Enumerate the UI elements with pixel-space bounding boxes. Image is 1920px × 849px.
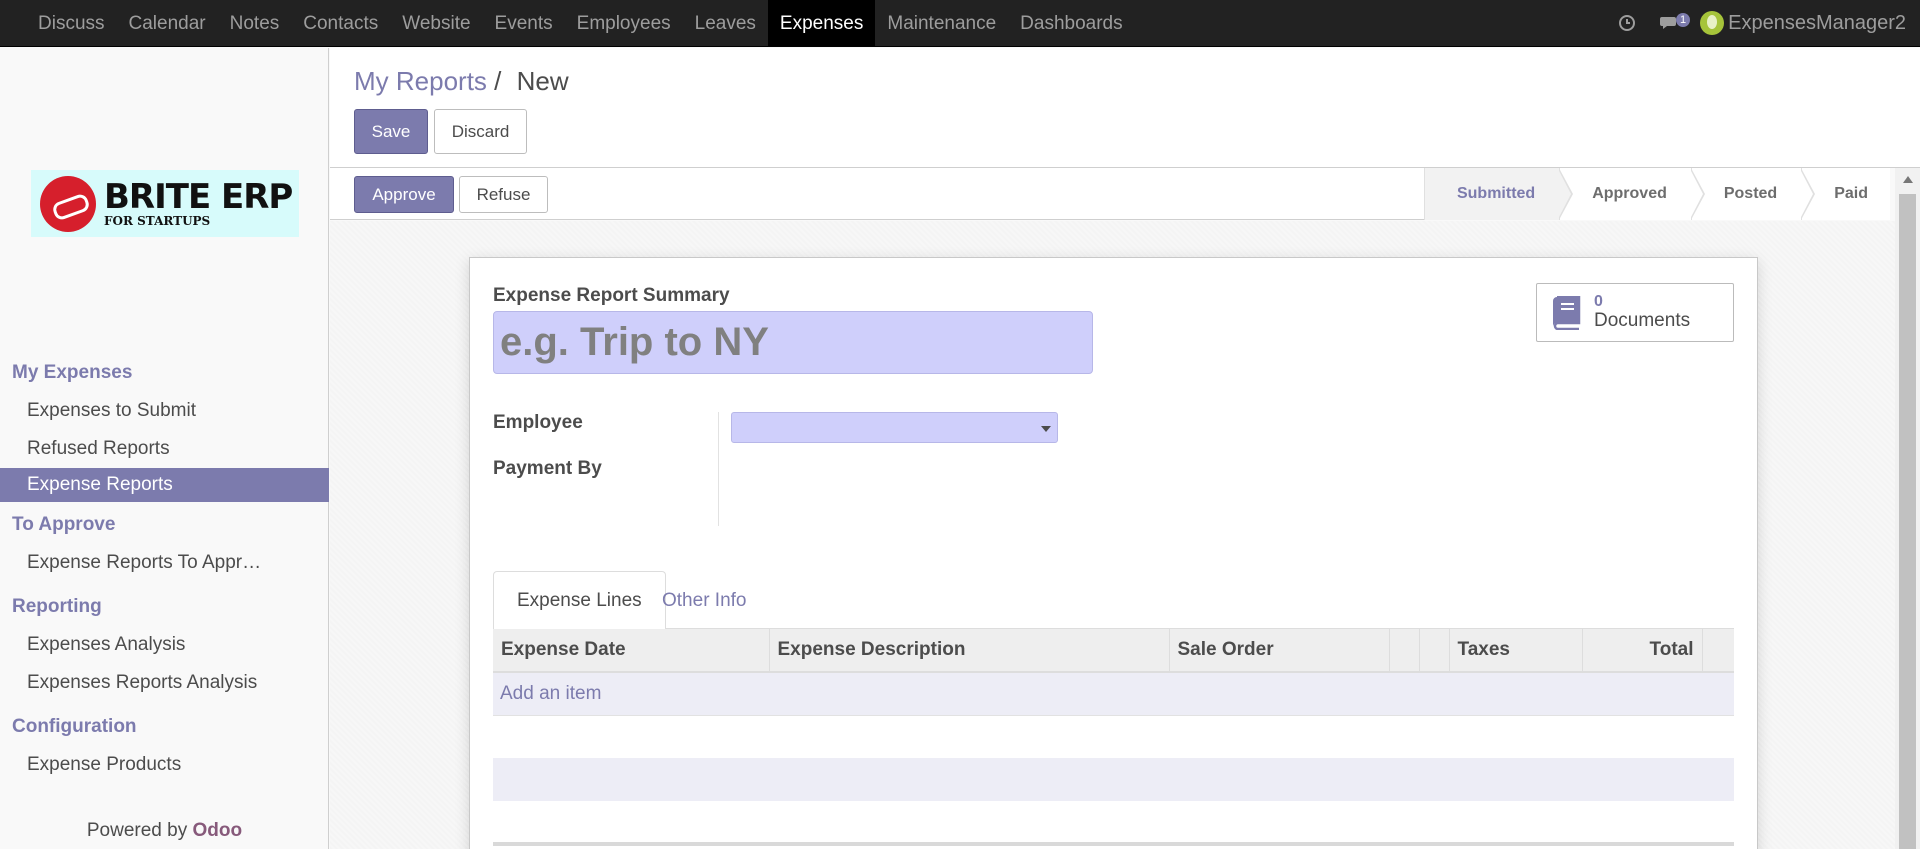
sidebar-item-expenses-to-submit[interactable]: Expenses to Submit xyxy=(0,392,329,430)
stage-approved[interactable]: Approved xyxy=(1559,168,1705,220)
company-logo[interactable]: BRITE ERP FOR STARTUPS xyxy=(31,170,299,237)
book-icon xyxy=(1553,295,1581,330)
table-header: Expense Date Expense Description Sale Or… xyxy=(493,629,1734,673)
app-events[interactable]: Events xyxy=(483,0,565,47)
table-row xyxy=(493,715,1734,758)
stage-approved-label: Approved xyxy=(1592,185,1667,202)
avatar xyxy=(1700,11,1725,35)
sidebar-item-expense-reports[interactable]: Expense Reports xyxy=(0,468,329,502)
app-employees[interactable]: Employees xyxy=(565,0,683,47)
col-expense-description[interactable]: Expense Description xyxy=(769,629,1170,673)
sidebar-item-refused-reports[interactable]: Refused Reports xyxy=(0,430,329,468)
systray: 1 ExpensesManager2 xyxy=(1606,0,1920,46)
scrollbar-thumb[interactable] xyxy=(1899,194,1916,849)
status-header: Approve Refuse Submitted Approved Posted… xyxy=(330,168,1890,220)
table-footer xyxy=(493,842,1734,846)
save-button[interactable]: Save xyxy=(354,109,428,154)
discard-button[interactable]: Discard xyxy=(434,109,527,154)
employee-label: Employee xyxy=(493,412,583,433)
user-menu[interactable]: ExpensesManager2 xyxy=(1700,11,1906,35)
sidebar: BRITE ERP FOR STARTUPS My Expenses Expen… xyxy=(0,48,329,849)
tab-other-info[interactable]: Other Info xyxy=(639,571,770,630)
sidebar-item-expense-products[interactable]: Expense Products xyxy=(0,746,329,784)
stage-submitted-label: Submitted xyxy=(1456,185,1536,202)
user-name: ExpensesManager2 xyxy=(1728,11,1906,34)
breadcrumb-separator: / xyxy=(494,66,502,96)
stage-posted[interactable]: Posted xyxy=(1690,168,1816,220)
add-item-row: Add an item xyxy=(493,672,1734,716)
sidebar-section-to-approve: To Approve xyxy=(12,514,116,535)
documents-button[interactable]: 0 Documents xyxy=(1536,283,1734,342)
breadcrumb: My Reports / New xyxy=(354,66,569,97)
chat-icon[interactable]: 1 xyxy=(1660,13,1691,32)
col-taxes[interactable]: Taxes xyxy=(1449,629,1583,673)
stage-paid-label: Paid xyxy=(1834,185,1868,202)
approve-button[interactable]: Approve xyxy=(354,176,454,213)
table-row xyxy=(493,758,1734,801)
scroll-up-icon[interactable] xyxy=(1903,176,1913,183)
payment-by-label: Payment By xyxy=(493,458,602,479)
col-total[interactable]: Total xyxy=(1582,629,1703,673)
employee-select[interactable] xyxy=(731,412,1058,443)
sidebar-item-expenses-reports-analysis[interactable]: Expenses Reports Analysis xyxy=(0,664,329,702)
documents-label: Documents xyxy=(1594,309,1691,331)
app-calendar[interactable]: Calendar xyxy=(117,0,218,47)
stage-submitted[interactable]: Submitted xyxy=(1423,168,1574,220)
vertical-scrollbar[interactable] xyxy=(1895,168,1920,849)
chat-badge: 1 xyxy=(1675,13,1691,27)
sidebar-section-my-expenses: My Expenses xyxy=(12,362,133,383)
breadcrumb-my-reports[interactable]: My Reports xyxy=(354,66,487,96)
app-expenses[interactable]: Expenses xyxy=(767,0,876,47)
logo-mark-icon xyxy=(40,175,96,232)
summary-label: Expense Report Summary xyxy=(493,285,730,306)
logo-title: BRITE ERP xyxy=(104,177,293,217)
chevron-down-icon[interactable] xyxy=(1041,426,1051,432)
col-blank-1 xyxy=(1389,629,1420,673)
sidebar-menu: My Expenses Expenses to Submit Refused R… xyxy=(0,354,329,784)
control-panel: My Reports / New Save Discard xyxy=(330,48,1920,168)
sidebar-section-reporting: Reporting xyxy=(12,596,102,617)
breadcrumb-current: New xyxy=(516,66,569,96)
app-maintenance[interactable]: Maintenance xyxy=(875,0,1008,47)
summary-input[interactable] xyxy=(493,311,1093,374)
app-menu: Discuss Calendar Notes Contacts Website … xyxy=(0,0,1135,47)
powered-by-label: Powered by xyxy=(86,820,188,841)
status-stages: Submitted Approved Posted Paid xyxy=(1423,168,1890,220)
top-navbar: Discuss Calendar Notes Contacts Website … xyxy=(0,0,1920,47)
app-leaves[interactable]: Leaves xyxy=(683,0,768,47)
odoo-link[interactable]: Odoo xyxy=(193,820,243,841)
app-dashboards[interactable]: Dashboards xyxy=(1008,0,1134,47)
field-separator xyxy=(718,412,719,526)
form-sheet: Expense Report Summary 0 Documents Emplo… xyxy=(469,257,1758,849)
documents-count: 0 xyxy=(1594,293,1603,311)
col-sale-order[interactable]: Sale Order xyxy=(1169,629,1390,673)
add-item-link[interactable]: Add an item xyxy=(500,683,601,704)
form-tabs: Expense Lines Other Info xyxy=(493,571,1734,630)
col-blank-2 xyxy=(1419,629,1450,673)
app-contacts[interactable]: Contacts xyxy=(291,0,390,47)
col-actions xyxy=(1702,629,1734,673)
stage-posted-label: Posted xyxy=(1723,185,1778,202)
col-expense-date[interactable]: Expense Date xyxy=(493,629,770,673)
refuse-button[interactable]: Refuse xyxy=(459,176,548,213)
app-website[interactable]: Website xyxy=(390,0,482,47)
clock-icon[interactable] xyxy=(1618,14,1636,32)
sidebar-item-expense-reports-to-approve[interactable]: Expense Reports To Appr… xyxy=(0,544,329,582)
app-discuss[interactable]: Discuss xyxy=(26,0,117,47)
sidebar-section-configuration: Configuration xyxy=(12,716,137,737)
sidebar-item-expenses-analysis[interactable]: Expenses Analysis xyxy=(0,626,329,664)
app-notes[interactable]: Notes xyxy=(218,0,292,47)
expense-lines-table: Expense Date Expense Description Sale Or… xyxy=(493,629,1734,801)
powered-by: Powered by Odoo xyxy=(0,820,329,842)
